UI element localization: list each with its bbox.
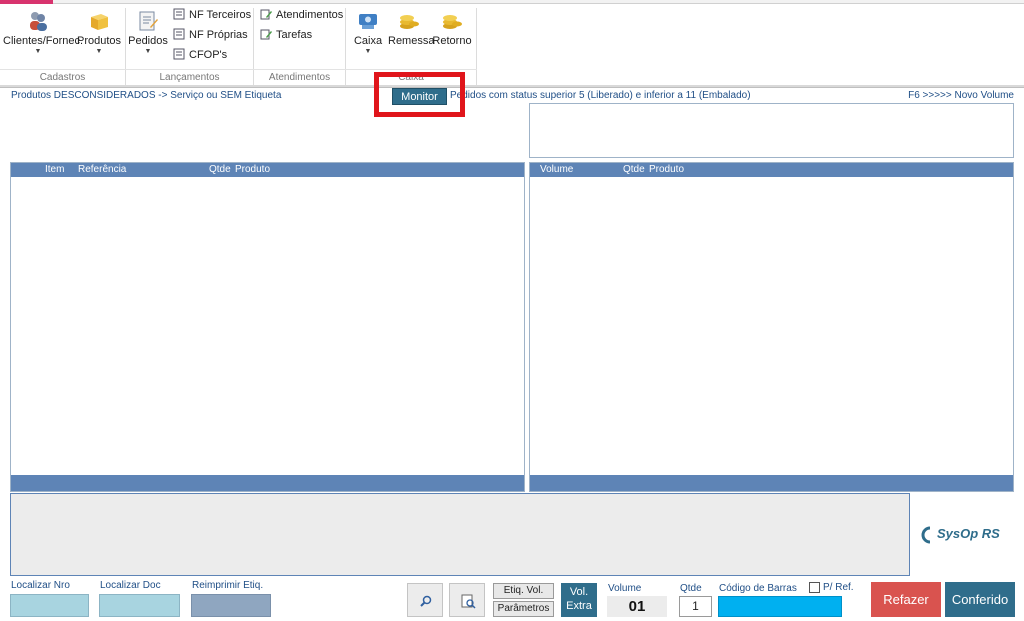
clientes-label: Clientes/Fornec. (3, 35, 84, 47)
list-icon (173, 48, 185, 60)
refazer-button[interactable]: Refazer (871, 582, 941, 617)
clientes-fornec-button[interactable]: Clientes/Fornec. ▼ (3, 10, 83, 56)
localizar-doc-label: Localizar Doc (100, 580, 161, 591)
column-header-referencia: Referência (78, 164, 127, 175)
chevron-down-icon: ▼ (144, 48, 152, 55)
codigo-barras-label: Código de Barras (719, 583, 797, 594)
sysop-logo: SysOp RS (918, 524, 1000, 548)
caixa-label: Caixa (353, 35, 383, 47)
vol-extra-button[interactable]: Vol. Extra (561, 583, 597, 617)
codigo-barras-input[interactable] (718, 596, 842, 617)
message-panel (10, 493, 910, 576)
sysop-logo-icon (921, 526, 931, 544)
qtde-input[interactable]: 1 (679, 596, 712, 617)
volumes-grid-header: Volume Qtde Produto (530, 163, 1013, 177)
invoice-icon (173, 28, 185, 40)
column-header-volume: Volume (540, 164, 574, 175)
nf-proprias-label: NF Próprias (189, 29, 248, 41)
localizar-doc-input[interactable] (99, 594, 180, 617)
coins-icon (400, 15, 419, 29)
column-header-item: Item (45, 164, 65, 175)
nf-terceiros-label: NF Terceiros (189, 9, 252, 21)
reimprimir-label: Reimprimir Etiq. (192, 580, 264, 591)
edit-note-icon (260, 29, 272, 40)
reimprimir-input[interactable] (191, 594, 271, 617)
nf-proprias-button[interactable]: NF Próprias (173, 26, 248, 44)
volume-value: 01 (607, 596, 667, 617)
info-box (529, 103, 1014, 158)
edit-note-icon (260, 9, 272, 20)
cfops-label: CFOP's (189, 49, 228, 61)
conferido-button[interactable]: Conferido (945, 582, 1015, 617)
produtos-label: Produtos (77, 35, 122, 47)
group-label-cadastros: Cadastros (39, 72, 86, 83)
remessa-label: Remessa (388, 35, 435, 47)
pref-label: P/ Ref. (823, 582, 854, 593)
novo-volume-hint: F6 >>>>> Novo Volume (908, 90, 1014, 101)
pedidos-label: Pedidos (128, 35, 168, 47)
produtos-desconsiderados-text: Produtos DESCONSIDERADOS -> Serviço ou S… (11, 90, 282, 101)
remessa-button[interactable]: Remessa (388, 10, 434, 47)
cfops-button[interactable]: CFOP's (173, 46, 227, 64)
etiq-vol-button[interactable]: Etiq. Vol. (493, 583, 554, 599)
volumes-grid-footer (530, 475, 1013, 491)
atendimentos-button[interactable]: Atendimentos (260, 6, 343, 24)
vol-extra-line2: Extra (566, 600, 592, 612)
document-edit-icon (139, 11, 158, 31)
caixa-button[interactable]: Caixa ▼ (352, 10, 384, 56)
items-grid-footer (11, 475, 524, 491)
column-header-qtde: Qtde (209, 164, 231, 175)
parametros-button[interactable]: Parâmetros (493, 601, 554, 617)
items-grid-header: Item Referência Qtde Produto (11, 163, 524, 177)
produtos-button[interactable]: Produtos ▼ (77, 10, 121, 56)
chevron-down-icon: ▼ (95, 48, 103, 55)
print-preview-icon (461, 594, 476, 609)
sysop-logo-text: SysOp RS (937, 526, 1000, 541)
group-label-atendimentos: Atendimentos (268, 72, 331, 83)
highlight-box (374, 72, 465, 117)
localizar-nro-label: Localizar Nro (11, 580, 70, 591)
tarefas-label: Tarefas (276, 29, 313, 41)
column-header-qtde: Qtde (623, 164, 645, 175)
box-icon (91, 14, 108, 30)
print-preview-button[interactable] (449, 583, 485, 617)
pedidos-status-text: Pedidos com status superior 5 (Liberado)… (450, 90, 751, 101)
pref-checkbox[interactable] (809, 582, 820, 593)
cash-icon (359, 14, 377, 29)
volume-label: Volume (608, 583, 642, 594)
invoice-icon (173, 8, 185, 20)
vol-extra-line1: Vol. (569, 586, 589, 598)
users-icon (30, 12, 47, 31)
search-icon (420, 595, 432, 607)
search-button[interactable] (407, 583, 443, 617)
items-grid[interactable]: Item Referência Qtde Produto (10, 162, 525, 492)
pedidos-button[interactable]: Pedidos ▼ (128, 10, 168, 56)
nf-terceiros-button[interactable]: NF Terceiros (173, 6, 251, 24)
ribbon: Clientes/Fornec. ▼ Produtos ▼ Pedidos ▼ … (0, 4, 1024, 87)
atendimentos-label: Atendimentos (276, 9, 344, 21)
column-header-produto: Produto (235, 164, 271, 175)
retorno-label: Retorno (432, 35, 472, 47)
tarefas-button[interactable]: Tarefas (260, 26, 312, 44)
localizar-nro-input[interactable] (10, 594, 89, 617)
column-header-produto: Produto (649, 164, 685, 175)
group-label-lancamentos: Lançamentos (159, 72, 220, 83)
qtde-label: Qtde (680, 583, 702, 594)
chevron-down-icon: ▼ (364, 48, 372, 55)
volumes-grid[interactable]: Volume Qtde Produto (529, 162, 1014, 492)
retorno-button[interactable]: Retorno (432, 10, 472, 47)
chevron-down-icon: ▼ (34, 48, 42, 55)
ribbon-divider (0, 85, 1024, 88)
coins-icon (443, 15, 462, 29)
